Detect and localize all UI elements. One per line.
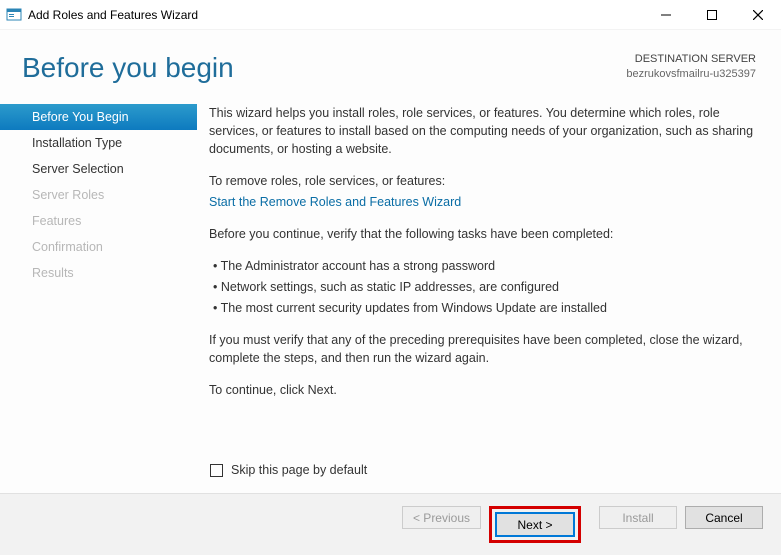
page-heading: Before you begin: [22, 52, 234, 84]
maximize-button[interactable]: [689, 0, 735, 29]
prerequisite-item: The Administrator account has a strong p…: [227, 257, 755, 275]
close-button[interactable]: [735, 0, 781, 29]
step-installation-type[interactable]: Installation Type: [0, 130, 197, 156]
previous-button: < Previous: [402, 506, 481, 529]
highlight-annotation: Next >: [489, 506, 581, 543]
step-results: Results: [0, 260, 197, 286]
skip-page-checkbox[interactable]: [210, 464, 223, 477]
step-before-you-begin[interactable]: Before You Begin: [0, 104, 197, 130]
prerequisite-item: Network settings, such as static IP addr…: [227, 278, 755, 296]
destination-server-label: DESTINATION SERVER: [626, 52, 756, 67]
verify-label: Before you continue, verify that the fol…: [209, 225, 755, 243]
destination-server-info: DESTINATION SERVER bezrukovsfmailru-u325…: [626, 52, 756, 82]
wizard-footer: < Previous Next > Install Cancel: [0, 493, 781, 555]
continue-note: To continue, click Next.: [209, 381, 755, 399]
wizard-content: This wizard helps you install roles, rol…: [197, 102, 781, 463]
prerequisite-item: The most current security updates from W…: [227, 299, 755, 317]
step-features: Features: [0, 208, 197, 234]
wizard-steps-sidebar: Before You Begin Installation Type Serve…: [0, 102, 197, 463]
step-confirmation: Confirmation: [0, 234, 197, 260]
step-server-roles: Server Roles: [0, 182, 197, 208]
minimize-button[interactable]: [643, 0, 689, 29]
remove-roles-link[interactable]: Start the Remove Roles and Features Wiza…: [209, 195, 461, 209]
next-button[interactable]: Next >: [496, 513, 574, 536]
cancel-button[interactable]: Cancel: [685, 506, 763, 529]
destination-server-value: bezrukovsfmailru-u325397: [626, 67, 756, 82]
skip-page-label: Skip this page by default: [231, 463, 367, 477]
prerequisite-list: The Administrator account has a strong p…: [209, 257, 755, 317]
step-server-selection[interactable]: Server Selection: [0, 156, 197, 182]
install-button: Install: [599, 506, 677, 529]
window-title: Add Roles and Features Wizard: [28, 8, 198, 22]
app-icon: [6, 7, 22, 23]
intro-text: This wizard helps you install roles, rol…: [209, 104, 755, 158]
remove-label: To remove roles, role services, or featu…: [209, 172, 755, 190]
verify-note: If you must verify that any of the prece…: [209, 331, 755, 367]
